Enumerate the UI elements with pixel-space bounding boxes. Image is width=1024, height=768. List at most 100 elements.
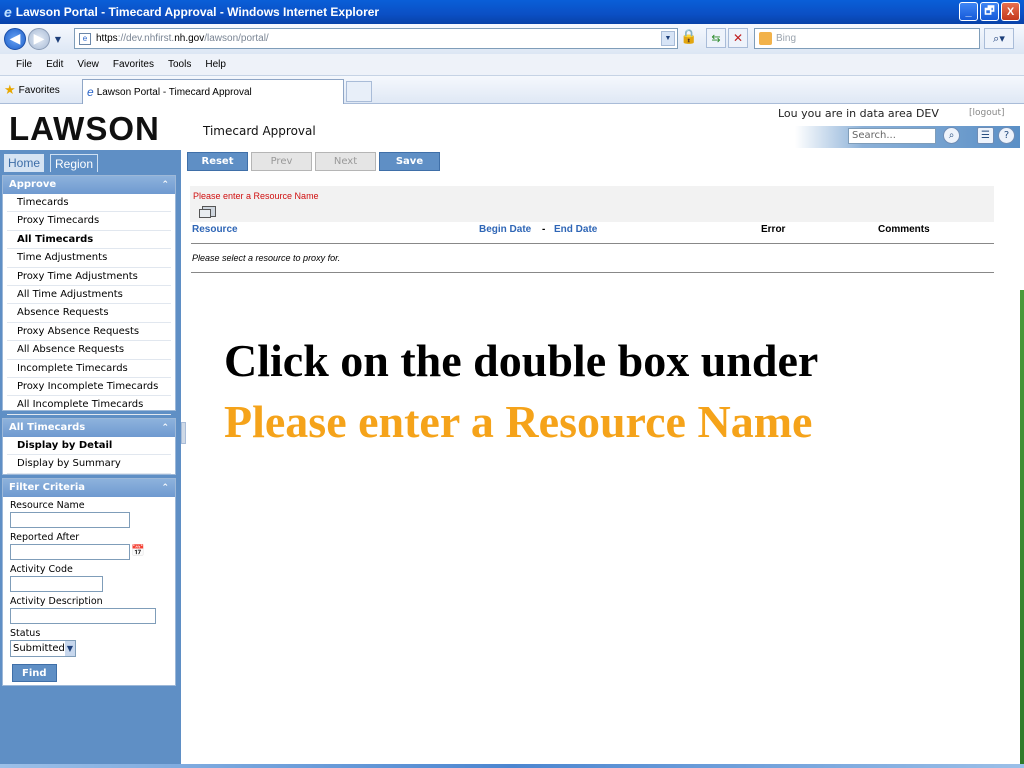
filter-criteria-title: Filter Criteria [9, 482, 86, 493]
back-arrow-icon: ◀ [9, 31, 21, 47]
magnifier-icon: ⌕▾ [993, 31, 1005, 45]
all-timecards-section: All Timecards ⌃ Display by Detail Displa… [2, 418, 176, 475]
collapse-caret-icon[interactable]: ⌃ [161, 479, 169, 497]
menu-edit[interactable]: Edit [46, 59, 63, 70]
new-tab-button[interactable] [346, 81, 372, 102]
nav-item-time-adjustments[interactable]: Time Adjustments [7, 249, 171, 268]
nav-item-all-timecards[interactable]: All Timecards [7, 231, 171, 250]
collapse-caret-icon[interactable]: ⌃ [161, 419, 169, 437]
reported-after-label: Reported After [10, 532, 80, 543]
menu-bar: File Edit View Favorites Tools Help [0, 54, 1024, 76]
nav-item-proxy-timecards[interactable]: Proxy Timecards [7, 212, 171, 231]
menu-file[interactable]: File [16, 59, 32, 70]
column-header-error: Error [761, 224, 786, 235]
calendar-icon[interactable]: 📅 [131, 544, 145, 557]
bookmarks-icon[interactable]: ☰ [977, 127, 994, 144]
minimize-button[interactable]: _ [959, 2, 978, 21]
status-selected-value: Submitted [13, 643, 65, 654]
status-select[interactable]: Submitted ▼ [10, 640, 76, 657]
nav-item-proxy-time-adjustments[interactable]: Proxy Time Adjustments [7, 268, 171, 286]
address-bar[interactable]: e https ://dev.nhfirst. nh.gov /lawson/p… [74, 28, 678, 49]
filter-criteria-section: Filter Criteria ⌃ Resource Name Reported… [2, 478, 176, 686]
column-header-end-date[interactable]: End Date [554, 224, 597, 235]
favorites-button[interactable]: ★ Favorites [4, 82, 60, 98]
resource-name-input[interactable] [10, 512, 130, 528]
browser-tab[interactable]: e Lawson Portal - Timecard Approval [82, 79, 344, 104]
panel-splitter-handle[interactable] [181, 422, 186, 444]
chevron-down-icon: ▼ [64, 641, 75, 656]
menu-view[interactable]: View [77, 59, 99, 70]
nav-item-display-by-detail[interactable]: Display by Detail [7, 437, 171, 456]
star-icon: ★ [4, 82, 16, 97]
page-title: Timecard Approval [203, 124, 316, 138]
menu-help[interactable]: Help [205, 59, 226, 70]
all-timecards-section-title: All Timecards [9, 422, 86, 433]
stop-icon: ✕ [732, 31, 744, 45]
nav-item-all-absence-requests[interactable]: All Absence Requests [7, 341, 171, 360]
prev-button[interactable]: Prev [251, 152, 312, 171]
help-icon[interactable]: ? [998, 127, 1015, 144]
nav-item-all-incomplete-timecards[interactable]: All Incomplete Timecards [7, 396, 171, 415]
header-divider [191, 243, 994, 244]
activity-code-input[interactable] [10, 576, 103, 592]
window-controls: _ 🗗 X [959, 2, 1020, 21]
column-header-begin-date[interactable]: Begin Date [479, 224, 531, 235]
url-host-domain: nh.gov [174, 33, 205, 44]
favorites-bar: ★ Favorites e Lawson Portal - Timecard A… [0, 76, 1024, 104]
logout-link[interactable]: [logout] [969, 108, 1004, 118]
refresh-button[interactable]: ⇆ [706, 28, 726, 48]
lock-icon[interactable]: 🔒 [680, 29, 698, 47]
menu-tools[interactable]: Tools [168, 59, 191, 70]
browser-search-placeholder: Bing [776, 33, 797, 44]
portal-header: LAWSON Timecard Approval Lou you are in … [0, 104, 1020, 150]
instruction-line-1: Click on the double box under [224, 335, 819, 386]
address-dropdown-icon[interactable]: ▼ [661, 31, 675, 46]
bing-icon [759, 32, 772, 45]
message-panel: Please enter a Resource Name [190, 186, 994, 222]
column-header-resource[interactable]: Resource [192, 224, 238, 235]
approve-section: Approve ⌃ Timecards Proxy Timecards All … [2, 175, 176, 415]
lawson-logo: LAWSON [9, 110, 160, 147]
next-button[interactable]: Next [315, 152, 376, 171]
nav-item-absence-requests[interactable]: Absence Requests [7, 304, 171, 323]
browser-search-button[interactable]: ⌕▾ [984, 28, 1014, 49]
reported-after-input[interactable] [10, 544, 130, 560]
nav-item-proxy-absence-requests[interactable]: Proxy Absence Requests [7, 323, 171, 342]
url-host-prefix: ://dev.nhfirst. [117, 33, 175, 44]
back-button[interactable]: ◀ [4, 28, 26, 50]
table-bottom-divider [191, 272, 994, 273]
stop-button[interactable]: ✕ [728, 28, 748, 48]
nav-item-incomplete-timecards[interactable]: Incomplete Timecards [7, 360, 171, 378]
tab-region[interactable]: Region [50, 154, 99, 172]
tab-home[interactable]: Home [4, 154, 45, 172]
double-box-icon[interactable] [199, 206, 216, 218]
reset-button[interactable]: Reset [187, 152, 248, 171]
empty-state-message: Please select a resource to proxy for. [192, 253, 341, 263]
nav-item-all-time-adjustments[interactable]: All Time Adjustments [7, 286, 171, 305]
nav-item-proxy-incomplete-timecards[interactable]: Proxy Incomplete Timecards [7, 378, 171, 397]
filter-criteria-header[interactable]: Filter Criteria ⌃ [3, 479, 175, 497]
collapse-caret-icon[interactable]: ⌃ [161, 176, 169, 194]
portal-search-input[interactable]: Search... [848, 128, 936, 144]
forward-button[interactable]: ▶ [28, 28, 50, 50]
nav-item-display-by-summary[interactable]: Display by Summary [7, 455, 171, 474]
approve-section-header[interactable]: Approve ⌃ [3, 176, 175, 194]
window-title-bar: e Lawson Portal - Timecard Approval - Wi… [0, 0, 1024, 24]
activity-description-input[interactable] [10, 608, 156, 624]
find-button[interactable]: Find [12, 664, 57, 682]
url-scheme: https [96, 33, 118, 44]
all-timecards-section-header[interactable]: All Timecards ⌃ [3, 419, 175, 437]
tab-title: Lawson Portal - Timecard Approval [96, 86, 252, 98]
search-icon[interactable]: ⌕ [943, 127, 960, 144]
history-dropdown-icon[interactable]: ▼ [52, 35, 64, 44]
menu-favorites[interactable]: Favorites [113, 59, 154, 70]
home-region-bar: Home Region [0, 150, 181, 172]
nav-item-timecards[interactable]: Timecards [7, 194, 171, 213]
error-message: Please enter a Resource Name [193, 191, 319, 201]
restore-button[interactable]: 🗗 [980, 2, 999, 21]
browser-search-input[interactable]: Bing [754, 28, 980, 49]
taskbar-edge [0, 764, 1024, 768]
close-button[interactable]: X [1001, 2, 1020, 21]
resource-name-label: Resource Name [10, 500, 85, 511]
save-button[interactable]: Save [379, 152, 440, 171]
